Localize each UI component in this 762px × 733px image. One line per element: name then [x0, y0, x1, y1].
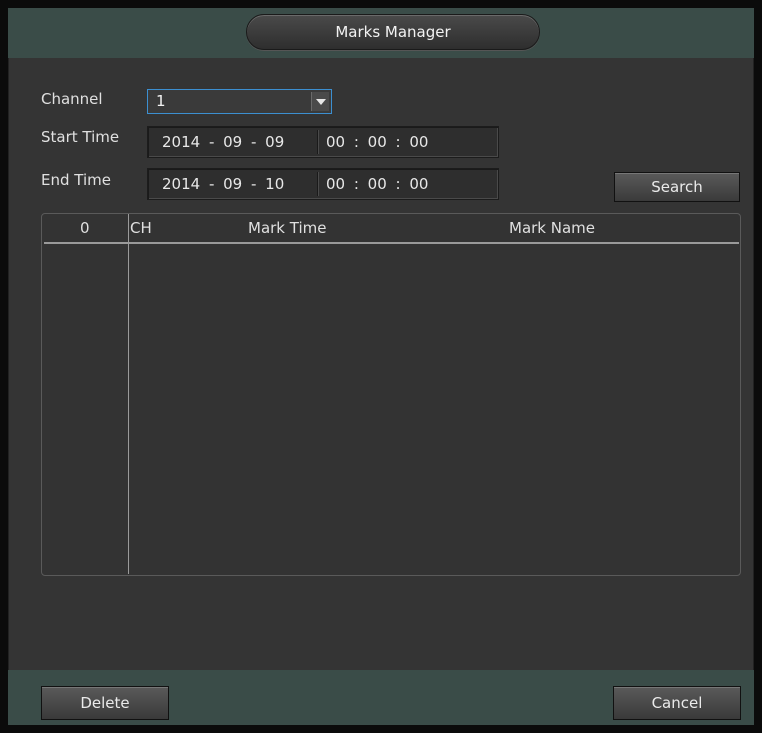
column-header-mark-name[interactable]: Mark Name: [509, 219, 595, 237]
start-date-value[interactable]: 2014 - 09 - 09: [162, 133, 284, 151]
marks-table: 0 CH Mark Time Mark Name: [41, 213, 741, 576]
marks-manager-window: Marks Manager Channel 1 Start Time 2014 …: [8, 8, 754, 725]
table-header: 0 CH Mark Time Mark Name: [42, 214, 740, 242]
window-title: Marks Manager: [246, 14, 540, 50]
start-time-value[interactable]: 00 : 00 : 00: [326, 133, 428, 151]
cancel-button[interactable]: Cancel: [613, 686, 741, 720]
column-header-ch[interactable]: CH: [130, 219, 152, 237]
channel-label: Channel: [41, 90, 103, 108]
mark-count: 0: [80, 219, 90, 237]
end-time-value[interactable]: 00 : 00 : 00: [326, 175, 428, 193]
channel-select[interactable]: 1: [147, 89, 332, 114]
column-divider: [128, 214, 129, 574]
header-divider: [44, 242, 739, 244]
start-time-field[interactable]: 2014 - 09 - 09 00 : 00 : 00: [147, 126, 499, 158]
chevron-down-icon[interactable]: [311, 92, 329, 111]
date-time-separator: [317, 172, 318, 196]
channel-value: 1: [156, 92, 166, 110]
delete-button[interactable]: Delete: [41, 686, 169, 720]
start-time-label: Start Time: [41, 128, 120, 146]
column-header-mark-time[interactable]: Mark Time: [248, 219, 326, 237]
end-date-value[interactable]: 2014 - 09 - 10: [162, 175, 284, 193]
date-time-separator: [317, 130, 318, 154]
search-button[interactable]: Search: [614, 172, 740, 202]
end-time-label: End Time: [41, 171, 111, 189]
title-bar: Marks Manager: [8, 8, 754, 58]
end-time-field[interactable]: 2014 - 09 - 10 00 : 00 : 00: [147, 168, 499, 200]
